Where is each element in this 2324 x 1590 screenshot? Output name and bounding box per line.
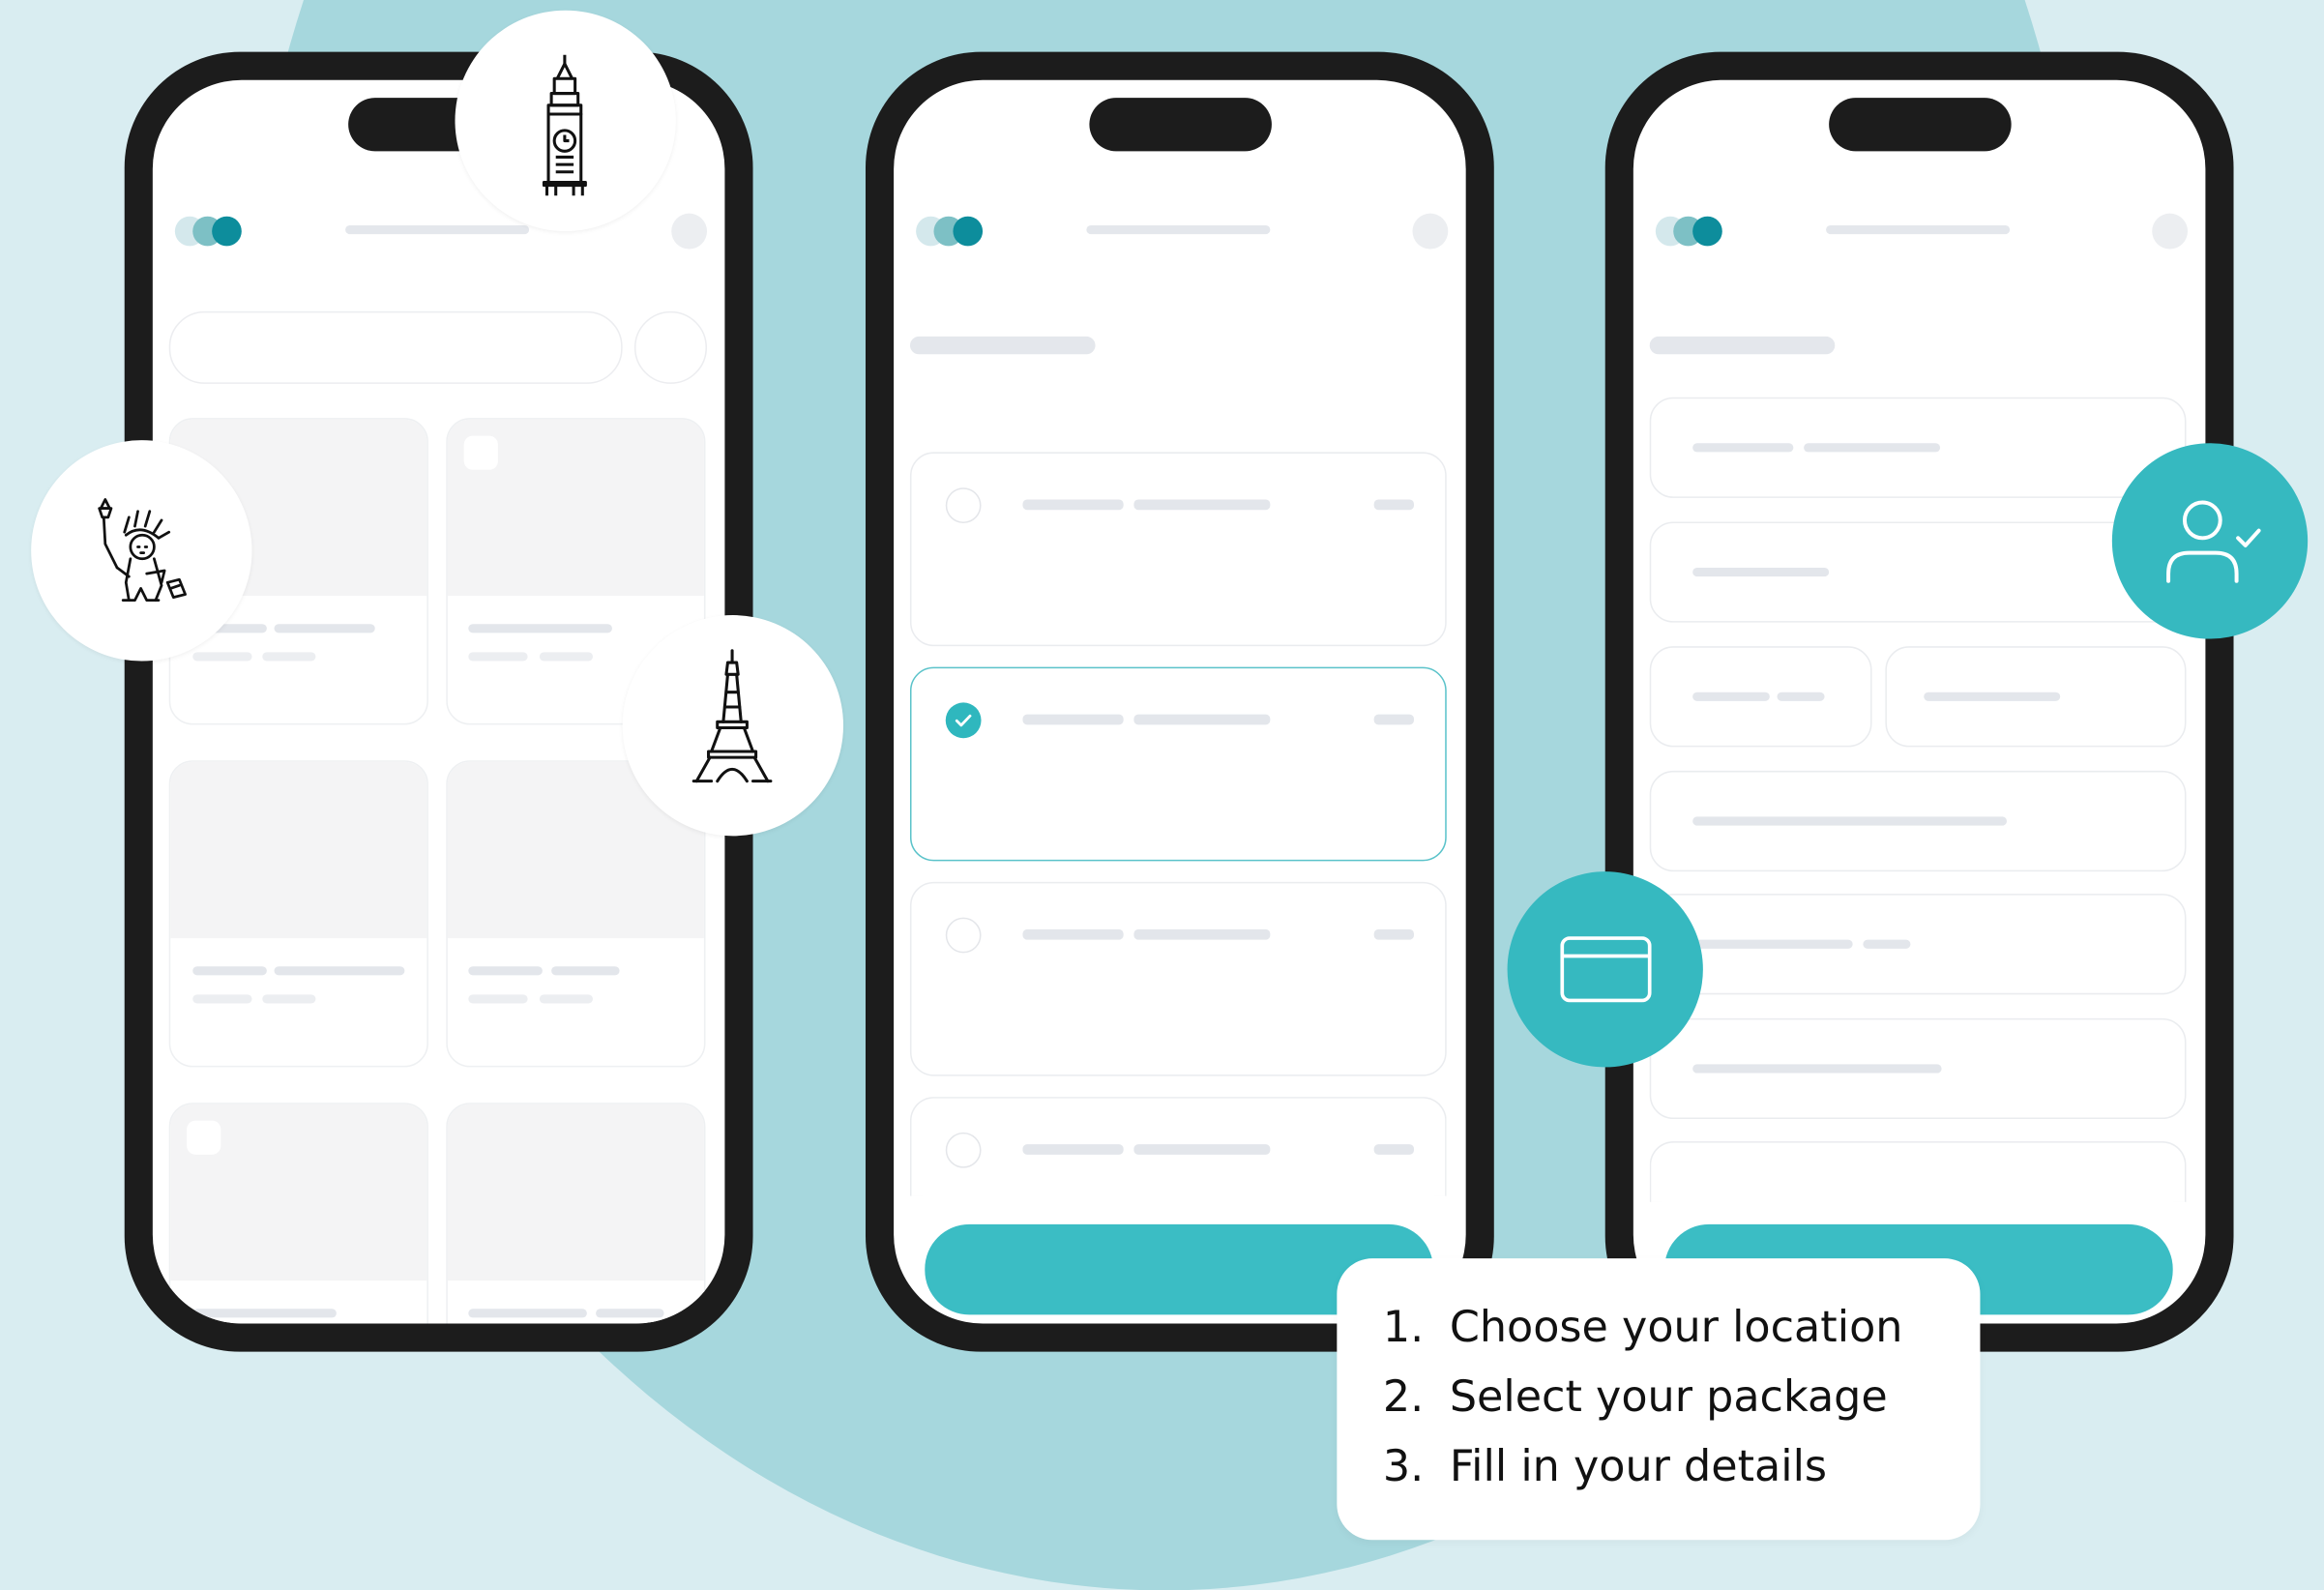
avatar[interactable] <box>1412 213 1449 250</box>
illustration: 1. Choose your location 2. Select your pac… <box>0 0 2324 1590</box>
step-text: Choose your location <box>1449 1301 1903 1352</box>
avatar[interactable] <box>671 213 708 250</box>
step-number: 2. <box>1382 1370 1425 1422</box>
filter-button[interactable] <box>633 310 708 384</box>
user-check-icon <box>2166 500 2261 583</box>
form-field[interactable] <box>1649 770 2187 872</box>
statue-of-liberty-badge <box>31 440 252 662</box>
step-item: 1. Choose your location <box>1383 1292 1981 1362</box>
location-card[interactable] <box>168 760 428 1068</box>
form-field[interactable] <box>1885 646 2187 748</box>
checkmark-icon <box>955 714 972 727</box>
app-logo <box>174 216 250 250</box>
radio-button[interactable] <box>945 487 982 523</box>
form-field[interactable] <box>1649 397 2187 498</box>
header-title-placeholder <box>1086 224 1271 235</box>
form-field[interactable] <box>1649 1141 2187 1202</box>
radio-button[interactable] <box>945 1132 982 1168</box>
phone-notch <box>1089 98 1272 152</box>
page-title-placeholder <box>1649 336 1836 355</box>
step-number: 3. <box>1382 1440 1425 1491</box>
details-screen <box>1633 79 2206 1324</box>
favorite-icon[interactable] <box>463 435 498 470</box>
big-ben-badge <box>455 10 676 232</box>
steps-list: 1. Choose your location 2. Select your pac… <box>1337 1258 1980 1501</box>
avatar[interactable] <box>2152 213 2189 250</box>
credit-card-icon <box>1560 936 1652 1003</box>
favorite-icon[interactable] <box>187 1120 221 1155</box>
package-option[interactable] <box>909 452 1447 647</box>
search-input[interactable] <box>168 310 623 384</box>
step-text: Select your package <box>1449 1370 1888 1422</box>
step-item: 2. Select your package <box>1383 1362 1981 1431</box>
form-field[interactable] <box>1649 646 1872 748</box>
app-logo <box>1655 216 1730 250</box>
package-option[interactable] <box>909 1097 1447 1196</box>
package-screen <box>894 79 1466 1324</box>
steps-card: 1. Choose your location 2. Select your pac… <box>1337 1258 1981 1541</box>
form-field[interactable] <box>1649 1017 2187 1120</box>
form-field[interactable] <box>1649 894 2187 995</box>
app-logo <box>916 216 990 250</box>
step-item: 3. Fill in your details <box>1383 1431 1981 1501</box>
step-text: Fill in your details <box>1449 1440 1828 1491</box>
phone-notch <box>1829 98 2012 152</box>
location-card[interactable] <box>446 1103 706 1324</box>
statue-of-liberty-icon <box>98 498 187 603</box>
step-number: 1. <box>1382 1301 1425 1352</box>
verified-user-badge <box>2111 443 2309 639</box>
phone-package <box>865 51 1494 1352</box>
eiffel-tower-badge <box>622 614 844 837</box>
radio-button-checked[interactable] <box>945 702 982 739</box>
phone-details <box>1604 51 2234 1352</box>
eiffel-tower-icon <box>691 649 773 783</box>
radio-button[interactable] <box>945 917 982 954</box>
form-field[interactable] <box>1649 521 2187 623</box>
header-title-placeholder <box>1826 224 2011 235</box>
page-title-placeholder <box>909 336 1096 355</box>
package-option-selected[interactable] <box>909 666 1447 862</box>
payment-badge <box>1507 871 1703 1068</box>
location-card[interactable] <box>168 1103 428 1324</box>
big-ben-icon <box>542 54 587 196</box>
package-option[interactable] <box>909 881 1447 1076</box>
